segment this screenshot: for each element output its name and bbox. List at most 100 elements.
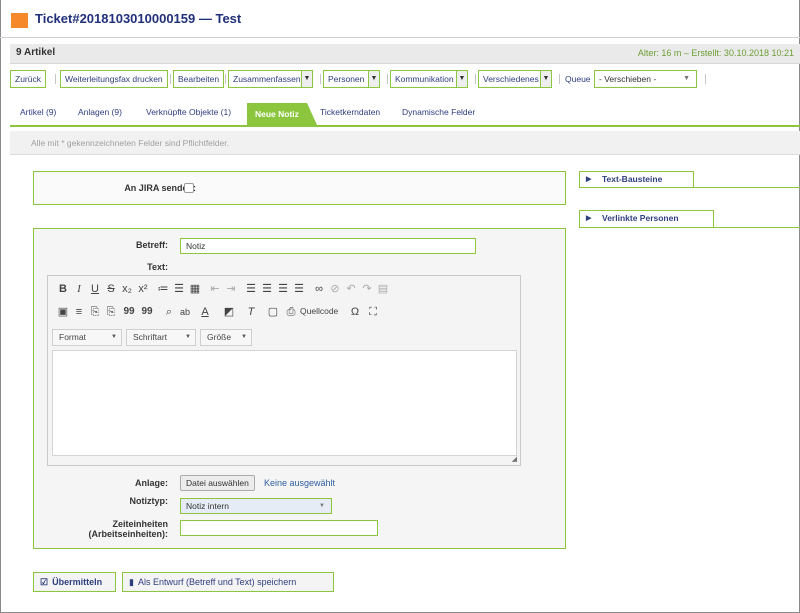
print-fax-button[interactable]: Weiterleitungsfax drucken: [60, 70, 168, 88]
subscript-icon[interactable]: x₂: [120, 280, 134, 298]
fullscreen-icon[interactable]: ⛶: [366, 303, 380, 321]
chevron-down-icon: ▼: [111, 334, 117, 340]
misc-button[interactable]: Verschiedenes: [478, 70, 544, 88]
linked-persons-label: Verlinkte Personen: [602, 213, 679, 223]
queue-select[interactable]: - Verschieben - ▼: [594, 70, 697, 88]
edit-button[interactable]: Bearbeiten: [173, 70, 225, 88]
bold-icon[interactable]: B: [56, 280, 70, 298]
underline-icon[interactable]: U: [88, 280, 102, 298]
toolbar-separator: [705, 74, 706, 84]
tab-core-data[interactable]: Ticketkerndaten: [320, 107, 380, 117]
persons-dropdown-arrow[interactable]: ▼: [368, 70, 380, 88]
template-icon[interactable]: ▤: [376, 280, 390, 298]
text-label: Text:: [147, 262, 168, 272]
checkbox-icon: ☑: [40, 577, 49, 587]
save-draft-button[interactable]: ▮ Als Entwurf (Betreff und Text) speicher…: [122, 572, 334, 592]
toolbar-separator: [475, 74, 476, 84]
note-type-label: Notiztyp:: [129, 496, 169, 506]
align-center-icon[interactable]: ☰: [260, 280, 274, 298]
header-divider: [0, 37, 800, 38]
special-char-icon[interactable]: Ω: [348, 303, 362, 321]
table-icon[interactable]: ▦: [188, 280, 202, 298]
remove-format-icon[interactable]: T: [244, 303, 258, 321]
submit-label: Übermitteln: [52, 577, 103, 587]
ticket-toolbar: Zurück Weiterleitungsfax drucken Bearbei…: [10, 68, 800, 92]
font-select-label: Schriftart: [133, 332, 168, 342]
merge-dropdown-arrow[interactable]: ▼: [301, 70, 313, 88]
toolbar-separator: [387, 74, 388, 84]
jira-checkbox[interactable]: [184, 183, 194, 193]
note-form: Betreff: Notiz Text: B I U S x₂ x² ≔ ☰ ▦…: [33, 228, 566, 549]
subject-input[interactable]: Notiz: [180, 238, 476, 254]
note-type-select[interactable]: Notiz intern ▼: [180, 498, 332, 514]
indent-icon[interactable]: ⇥: [224, 280, 238, 298]
ticket-priority-marker: [11, 13, 28, 28]
time-units-input[interactable]: [180, 520, 378, 536]
superscript-icon[interactable]: x²: [136, 280, 150, 298]
ticket-tabs: Artikel (9) Anlagen (9) Verknüpfte Objek…: [10, 101, 800, 127]
size-select-label: Größe: [207, 332, 232, 342]
merge-button[interactable]: Zusammenfassen: [228, 70, 306, 88]
ticket-header: Ticket#2018103010000159 — Test: [0, 0, 800, 38]
align-right-icon[interactable]: ☰: [276, 280, 290, 298]
replace-icon[interactable]: ab: [178, 303, 192, 321]
bullet-list-icon[interactable]: ☰: [172, 280, 186, 298]
communication-dropdown-arrow[interactable]: ▼: [456, 70, 468, 88]
article-count: 9 Artikel: [16, 47, 56, 58]
save-draft-label: Als Entwurf (Betreff und Text) speichern: [137, 577, 297, 587]
time-units-label-line-1: Zeiteinheiten: [112, 519, 168, 529]
source-label[interactable]: Quellcode: [300, 306, 338, 316]
communication-button[interactable]: Kommunikation: [390, 70, 459, 88]
ticket-title: Ticket#2018103010000159 — Test: [35, 11, 242, 26]
numbered-list-icon[interactable]: ≔: [156, 280, 170, 298]
font-select[interactable]: Schriftart ▼: [126, 329, 196, 346]
image-icon[interactable]: ▣: [56, 303, 70, 321]
persons-button[interactable]: Personen: [323, 70, 370, 88]
paste-icon[interactable]: ⎘: [88, 303, 102, 321]
resize-grip-icon[interactable]: ◢: [512, 455, 517, 463]
attachment-label: Anlage:: [134, 478, 168, 488]
format-select[interactable]: Format ▼: [52, 329, 122, 346]
triangle-right-icon: ▶: [586, 176, 592, 183]
toolbar-separator: [55, 74, 56, 84]
no-file-selected: Keine ausgewählt: [264, 478, 336, 488]
sidebar-divider: [579, 187, 800, 188]
source-icon[interactable]: ⎙: [284, 303, 298, 321]
tab-linked-objects[interactable]: Verknüpfte Objekte (1): [146, 107, 231, 117]
note-type-value: Notiz intern: [186, 501, 229, 511]
queue-select-value: - Verschieben -: [599, 74, 657, 84]
unlink-icon[interactable]: ⊘: [328, 280, 342, 298]
editor-text-area[interactable]: [52, 350, 517, 456]
back-button[interactable]: Zurück: [10, 70, 46, 88]
background-color-icon[interactable]: ◩: [222, 303, 236, 321]
find-icon[interactable]: ⌕: [162, 303, 176, 321]
linked-persons-header[interactable]: ▶ Verlinkte Personen: [579, 210, 800, 228]
tab-attachments[interactable]: Anlagen (9): [78, 107, 122, 117]
undo-icon[interactable]: ↶: [344, 280, 358, 298]
remove-blockquote-icon[interactable]: 99: [140, 303, 154, 321]
tab-articles[interactable]: Artikel (9): [20, 107, 56, 117]
tab-new-note[interactable]: Neue Notiz: [247, 103, 317, 125]
justify-icon[interactable]: ☰: [292, 280, 306, 298]
editor-toolbar-row-2: ▣ ≡ ⎘ ⎘ 99 99 ⌕ ab A ◩ T ▢ ⎙ Quellcode Ω…: [52, 303, 518, 323]
paste-text-icon[interactable]: ⎘: [104, 303, 118, 321]
time-units-label: Zeiteinheiten (Arbeitseinheiten):: [74, 519, 168, 539]
editor-toolbar-row-1: B I U S x₂ x² ≔ ☰ ▦ ⇤ ⇥ ☰ ☰ ☰ ☰ ∞ ⊘ ↶ ↷ …: [52, 280, 518, 300]
maximize-icon[interactable]: ▢: [266, 303, 280, 321]
choose-file-button[interactable]: Datei auswählen: [180, 475, 255, 491]
horizontal-line-icon[interactable]: ≡: [72, 303, 86, 321]
text-color-icon[interactable]: A: [198, 303, 212, 321]
outdent-icon[interactable]: ⇤: [208, 280, 222, 298]
strikethrough-icon[interactable]: S: [104, 280, 118, 298]
misc-dropdown-arrow[interactable]: ▼: [540, 70, 552, 88]
size-select[interactable]: Größe ▼: [200, 329, 252, 346]
align-left-icon[interactable]: ☰: [244, 280, 258, 298]
submit-button[interactable]: ☑ Übermitteln: [33, 572, 116, 592]
toolbar-separator: [225, 74, 226, 84]
link-icon[interactable]: ∞: [312, 280, 326, 298]
blockquote-icon[interactable]: 99: [122, 303, 136, 321]
redo-icon[interactable]: ↷: [360, 280, 374, 298]
tab-dynamic-fields[interactable]: Dynamische Felder: [402, 107, 475, 117]
document-icon: ▮: [129, 577, 134, 587]
italic-icon[interactable]: I: [72, 280, 86, 298]
